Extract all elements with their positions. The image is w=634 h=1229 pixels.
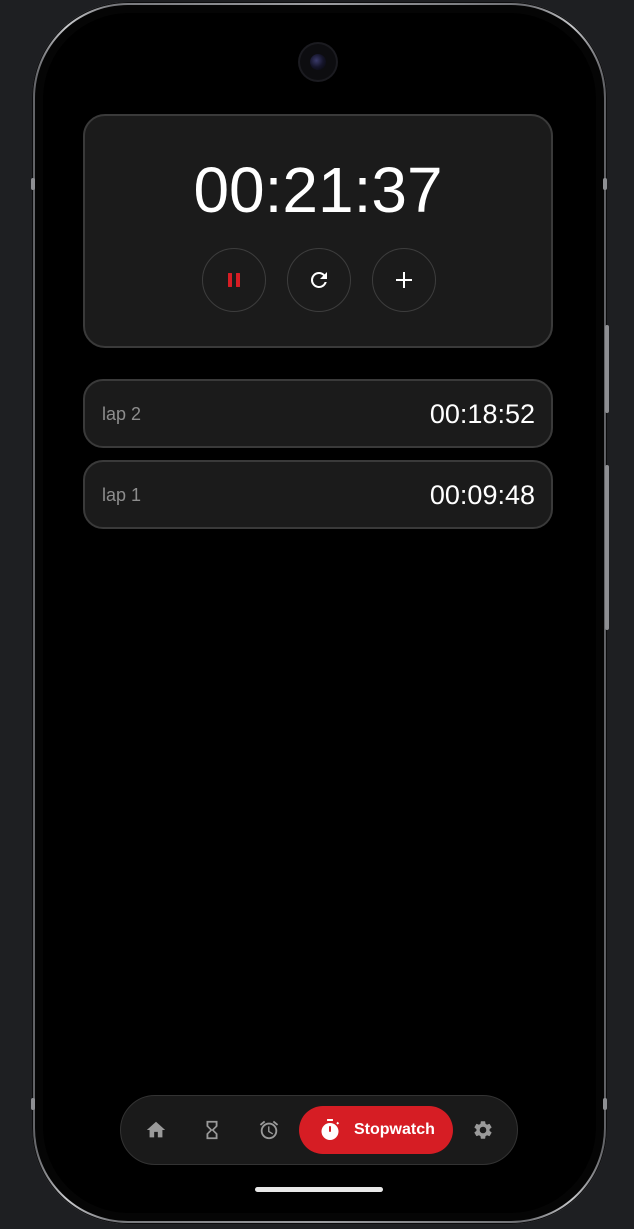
nav-settings[interactable] — [460, 1107, 506, 1153]
stopwatch-card: 00:21:37 — [83, 114, 553, 348]
alarm-icon — [259, 1120, 279, 1140]
add-lap-button[interactable] — [372, 248, 436, 312]
right-side-button-top — [603, 178, 607, 190]
nav-timer[interactable] — [189, 1107, 235, 1153]
lap-time: 00:09:48 — [429, 480, 535, 510]
pause-button[interactable] — [202, 248, 266, 312]
nav-stopwatch[interactable]: Stopwatch — [299, 1106, 453, 1154]
volume-button — [605, 325, 609, 413]
device-stage: 00:21:37 lap 2 00:18:52 lap 1 00:09:48 S… — [0, 0, 634, 1229]
lap-time: 00:18:52 — [429, 399, 535, 429]
pause-icon — [228, 273, 240, 287]
left-side-button-bottom — [31, 1098, 35, 1110]
lap-label: lap 2 — [102, 404, 142, 424]
elapsed-time-display: 00:21:37 — [193, 154, 443, 226]
nav-stopwatch-label: Stopwatch — [354, 1121, 435, 1138]
camera-lens — [310, 54, 326, 70]
stopwatch-icon — [321, 1119, 340, 1140]
lap-row-1: lap 1 00:09:48 — [83, 460, 553, 529]
lap-row-2: lap 2 00:18:52 — [83, 379, 553, 448]
nav-alarm[interactable] — [246, 1107, 292, 1153]
power-button — [605, 465, 609, 630]
left-side-button-top — [31, 178, 35, 190]
home-indicator[interactable] — [255, 1187, 383, 1192]
right-side-button-bottom — [603, 1098, 607, 1110]
plus-icon — [396, 272, 412, 288]
hourglass-icon — [206, 1120, 218, 1140]
reset-icon — [310, 271, 327, 288]
gear-icon — [474, 1121, 492, 1139]
home-icon — [146, 1121, 166, 1138]
reset-button[interactable] — [287, 248, 351, 312]
lap-label: lap 1 — [102, 485, 142, 505]
nav-home[interactable] — [133, 1107, 179, 1153]
front-camera — [300, 44, 336, 80]
bottom-navigation: Stopwatch — [120, 1095, 518, 1165]
